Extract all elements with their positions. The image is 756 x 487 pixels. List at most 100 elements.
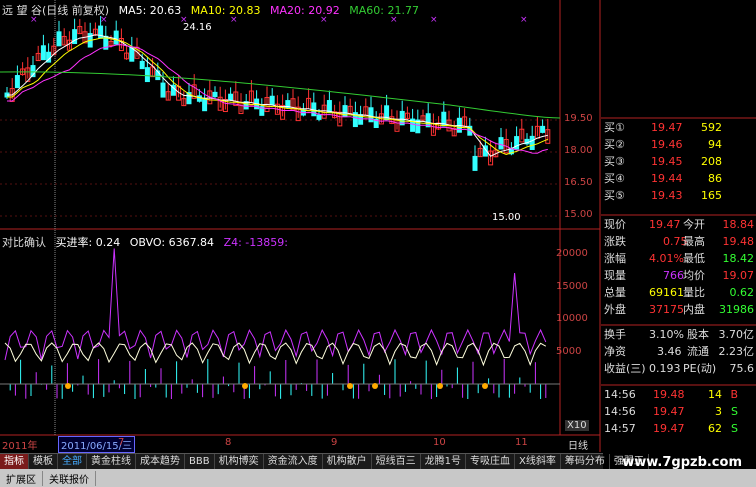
bid-row: 买④ 19.44 86: [601, 171, 756, 187]
period-label[interactable]: 日线: [568, 437, 588, 452]
bid-volume: 165: [701, 189, 722, 202]
tab-chip-distribution[interactable]: 筹码分布: [561, 454, 610, 469]
bid-label: 买④: [604, 172, 625, 185]
extension-area-button[interactable]: 扩展区: [0, 470, 43, 486]
candle-body: [228, 93, 234, 101]
tab-all[interactable]: 全部: [58, 454, 87, 469]
tab-longteng[interactable]: 龙腾1号: [421, 454, 466, 469]
stat-row: 收益(三) 0.193 PE(动) 75.6: [601, 361, 756, 377]
stat-row: 现量 766 均价 19.07: [601, 268, 756, 284]
stat-label: 涨幅: [604, 252, 626, 265]
stat-value: 19.47: [649, 218, 681, 231]
candle-body: [98, 25, 104, 39]
tab-short-term[interactable]: 短线百三: [372, 454, 421, 469]
indicator-line: [4, 248, 547, 361]
month-label: 8: [225, 437, 232, 448]
bid-volume: 94: [708, 138, 722, 151]
stat-label: 总量: [604, 286, 626, 299]
signal-dot: [372, 383, 378, 389]
tab-zhuanxi[interactable]: 专吸庄血: [466, 454, 515, 469]
ma60-line: [0, 71, 561, 119]
stat-value: 4.01%: [649, 252, 684, 265]
ma10-label: MA10: 20.83: [190, 4, 261, 17]
bid-price: 19.47: [651, 121, 683, 134]
signal-dot: [65, 383, 71, 389]
ma60-label: MA60: 21.77: [349, 4, 419, 17]
tick-side: B: [730, 388, 738, 401]
signal-dot: [347, 383, 353, 389]
high-price-label: 24.16: [183, 22, 212, 33]
ma20-label: MA20: 20.92: [270, 4, 340, 17]
indicator-header: 对比确认 买进率: 0.24 OBVO: 6367.84 Z4: -13859:: [2, 234, 294, 250]
candle-body: [316, 114, 322, 120]
tick-price: 19.47: [653, 422, 685, 435]
indicator-axis-label: 20000: [556, 248, 588, 259]
stat-value: 0.62: [729, 286, 755, 299]
x10-badge[interactable]: X10: [565, 420, 589, 431]
stat-label: 今开: [683, 218, 705, 231]
stat-label: 换手: [604, 328, 626, 341]
bid-row: 买② 19.46 94: [601, 137, 756, 153]
tick-volume: 62: [708, 422, 722, 435]
bid-price: 19.44: [651, 172, 683, 185]
bid-label: 买①: [604, 121, 625, 134]
tab-cost-trend[interactable]: 成本趋势: [136, 454, 185, 469]
stat-label: 量比: [683, 286, 705, 299]
bid-row: 买③ 19.45 208: [601, 154, 756, 170]
indicator-axis-label: 10000: [556, 313, 588, 324]
stat-value: 3.70亿: [718, 328, 755, 341]
candle-body: [529, 135, 535, 150]
bid-row: 买⑤ 19.43 165: [601, 188, 756, 204]
candle-body: [56, 31, 62, 47]
bid-price: 19.46: [651, 138, 683, 151]
month-label: 7: [118, 437, 125, 448]
tab-bbb[interactable]: BBB: [185, 454, 215, 469]
indicator-title: 对比确认: [2, 236, 46, 249]
stat-value: 69161: [649, 286, 684, 299]
stat-label: 股本: [687, 328, 709, 341]
stat-label: 均价: [683, 269, 705, 282]
candle-body: [160, 82, 166, 98]
ma5-label: MA5: 20.63: [118, 4, 182, 17]
candle-body: [14, 75, 20, 89]
watermark: www.7gpzb.com: [622, 455, 742, 470]
stat-value: 3.46: [657, 345, 682, 358]
price-axis-label: 18.00: [564, 145, 593, 156]
tab-template[interactable]: 模板: [29, 454, 58, 469]
tick-side: S: [731, 405, 738, 418]
tab-x-slope[interactable]: X线斜率: [515, 454, 561, 469]
stat-label: 最低: [683, 252, 705, 265]
candle-body: [540, 125, 546, 133]
stat-value: 2.23亿: [718, 345, 755, 358]
signal-dot: [482, 383, 488, 389]
tab-institution-retail[interactable]: 机构散户: [323, 454, 372, 469]
stat-label: 收益(三): [604, 362, 646, 375]
tick-price: 19.47: [653, 405, 685, 418]
signal-dot: [242, 383, 248, 389]
candle-body: [113, 30, 119, 45]
stat-row: 涨跌 0.75 最高 19.48: [601, 234, 756, 250]
candle-body: [196, 95, 202, 102]
buy-rate-label: 买进率: 0.24: [55, 236, 121, 249]
stat-label: 现量: [604, 269, 626, 282]
low-price-label: 15.00: [492, 212, 521, 223]
tab-institution-game[interactable]: 机构博奕: [215, 454, 264, 469]
tick-row: 14:57 19.47 62 S: [601, 421, 756, 437]
stat-value: 3.10%: [649, 328, 684, 341]
tab-golden-bar[interactable]: 黄金柱线: [87, 454, 136, 469]
signal-dot: [437, 383, 443, 389]
tick-volume: 3: [715, 405, 722, 418]
bid-row: 买① 19.47 592: [601, 120, 756, 136]
stat-label: 内盘: [683, 303, 705, 316]
price-axis-label: 16.50: [564, 177, 593, 188]
tab-fund-inflow[interactable]: 资金流入度: [264, 454, 323, 469]
stat-value: 18.84: [722, 218, 755, 231]
indicator-signal-line: [4, 342, 547, 367]
stat-label: PE(动): [683, 362, 717, 375]
tab-indicator[interactable]: 指标: [0, 454, 29, 469]
indicator-axis-label: 5000: [556, 346, 582, 357]
related-quotes-button[interactable]: 关联报价: [43, 470, 96, 486]
stat-row: 总量 69161 量比 0.62: [601, 285, 756, 301]
stat-row: 外盘 37175 内盘 31986: [601, 302, 756, 318]
candle-body: [498, 137, 504, 150]
